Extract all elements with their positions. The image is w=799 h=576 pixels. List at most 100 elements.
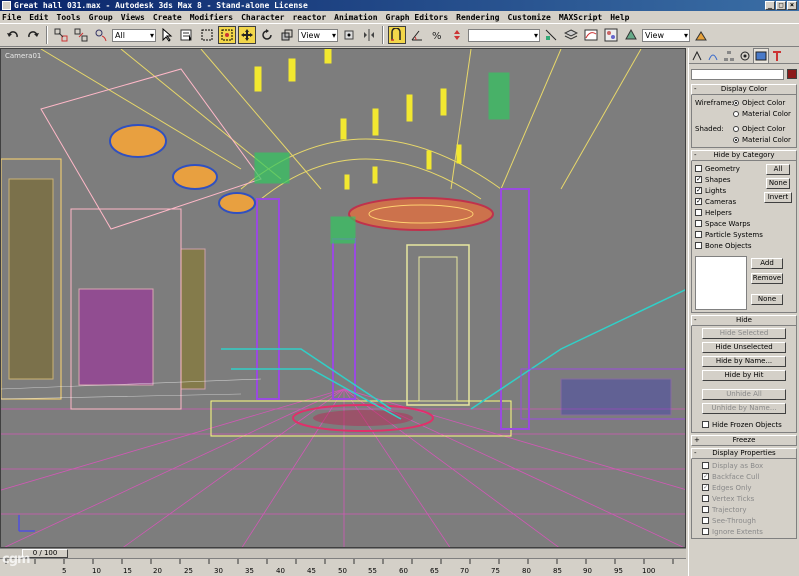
unhide-by-name-button[interactable]: Unhide by Name... xyxy=(702,403,786,414)
redo-icon[interactable] xyxy=(24,26,42,44)
rotate-icon[interactable] xyxy=(258,26,276,44)
spinner-snap-icon[interactable] xyxy=(448,26,466,44)
menu-tools[interactable]: Tools xyxy=(57,13,81,22)
menu-animation[interactable]: Animation xyxy=(334,13,377,22)
camera-viewport[interactable]: Camera01 xyxy=(0,48,686,548)
menu-edit[interactable]: Edit xyxy=(29,13,48,22)
hide-by-hit-button[interactable]: Hide by Hit xyxy=(702,370,786,381)
rollout-title: Display Properties xyxy=(712,449,776,457)
shaded-material-color-radio[interactable] xyxy=(733,136,739,143)
menu-modifiers[interactable]: Modifiers xyxy=(190,13,233,22)
object-color-swatch[interactable] xyxy=(787,69,797,79)
shapes-checkbox[interactable]: ✓ xyxy=(695,176,702,183)
helpers-checkbox[interactable] xyxy=(695,209,702,216)
select-by-name-icon[interactable] xyxy=(178,26,196,44)
lights-checkbox[interactable]: ✓ xyxy=(695,187,702,194)
named-selection-select[interactable] xyxy=(468,28,540,42)
material-editor-icon[interactable] xyxy=(602,26,620,44)
close-button[interactable]: × xyxy=(787,1,797,10)
geometry-checkbox[interactable] xyxy=(695,165,702,172)
trajectory-checkbox[interactable] xyxy=(702,506,709,513)
menu-group[interactable]: Group xyxy=(89,13,113,22)
mirror-icon[interactable] xyxy=(360,26,378,44)
wireframe-material-color-radio[interactable] xyxy=(733,110,739,117)
category-listbox[interactable] xyxy=(695,256,747,310)
menu-views[interactable]: Views xyxy=(121,13,145,22)
ignore-extents-checkbox[interactable] xyxy=(702,528,709,535)
backface-cull-checkbox[interactable]: ✓ xyxy=(702,473,709,480)
remove-button[interactable]: Remove xyxy=(751,273,783,284)
all-button[interactable]: All xyxy=(766,164,790,175)
selection-filter-select[interactable]: All xyxy=(112,28,156,42)
unlink-icon[interactable] xyxy=(72,26,90,44)
app-icon[interactable] xyxy=(2,1,11,10)
undo-icon[interactable] xyxy=(4,26,22,44)
menu-reactor[interactable]: reactor xyxy=(292,13,326,22)
menu-bar: File Edit Tools Group Views Create Modif… xyxy=(0,11,799,23)
menu-maxscript[interactable]: MAXScript xyxy=(559,13,602,22)
bone-objects-checkbox[interactable] xyxy=(695,242,702,249)
object-name-field[interactable] xyxy=(691,68,784,80)
display-as-box-checkbox[interactable] xyxy=(702,462,709,469)
wireframe-object-color-radio[interactable] xyxy=(733,99,739,106)
select-icon[interactable] xyxy=(158,26,176,44)
rect-region-icon[interactable] xyxy=(198,26,216,44)
align-icon[interactable] xyxy=(542,26,560,44)
create-tab-icon[interactable] xyxy=(689,48,705,63)
display-properties-rollout-header[interactable]: - Display Properties xyxy=(691,448,797,459)
window-crossing-icon[interactable] xyxy=(218,26,236,44)
display-color-rollout-header[interactable]: - Display Color xyxy=(691,84,797,95)
hide-rollout-header[interactable]: - Hide xyxy=(691,315,797,326)
maximize-button[interactable]: □ xyxy=(776,1,786,10)
track-bar[interactable]: 5 10 15 20 25 30 35 40 45 50 55 60 65 70… xyxy=(0,558,686,576)
menu-rendering[interactable]: Rendering xyxy=(456,13,499,22)
percent-snap-icon[interactable]: % xyxy=(428,26,446,44)
angle-snap-icon[interactable] xyxy=(408,26,426,44)
modify-tab-icon[interactable] xyxy=(705,48,721,63)
menu-character[interactable]: Character xyxy=(241,13,284,22)
display-tab-icon[interactable] xyxy=(753,48,769,63)
hide-selected-button[interactable]: Hide Selected xyxy=(702,328,786,339)
render-type-select[interactable]: View xyxy=(642,28,690,42)
render-scene-icon[interactable] xyxy=(622,26,640,44)
time-slider[interactable]: 0 / 100 xyxy=(0,548,686,558)
snap-icon[interactable] xyxy=(388,26,406,44)
viewport-label[interactable]: Camera01 xyxy=(5,52,41,60)
menu-graph-editors[interactable]: Graph Editors xyxy=(386,13,449,22)
bind-space-warp-icon[interactable] xyxy=(92,26,110,44)
minimize-button[interactable]: _ xyxy=(765,1,775,10)
command-panel-tabs xyxy=(689,48,799,64)
shaded-object-color-radio[interactable] xyxy=(733,125,739,132)
invert-button[interactable]: Invert xyxy=(764,192,792,203)
see-through-checkbox[interactable] xyxy=(702,517,709,524)
hide-unselected-button[interactable]: Hide Unselected xyxy=(702,342,786,353)
layer-icon[interactable] xyxy=(562,26,580,44)
space-warps-checkbox[interactable] xyxy=(695,220,702,227)
hide-frozen-checkbox[interactable] xyxy=(702,421,709,428)
none-button[interactable]: None xyxy=(766,178,790,189)
utilities-tab-icon[interactable] xyxy=(769,48,785,63)
hierarchy-tab-icon[interactable] xyxy=(721,48,737,63)
add-button[interactable]: Add xyxy=(751,258,783,269)
move-icon[interactable] xyxy=(238,26,256,44)
hide-by-category-rollout-header[interactable]: - Hide by Category xyxy=(691,150,797,161)
hide-by-name-button[interactable]: Hide by Name... xyxy=(702,356,786,367)
pivot-icon[interactable] xyxy=(340,26,358,44)
ref-coord-select[interactable]: View xyxy=(298,28,338,42)
motion-tab-icon[interactable] xyxy=(737,48,753,63)
scale-icon[interactable] xyxy=(278,26,296,44)
menu-customize[interactable]: Customize xyxy=(508,13,551,22)
freeze-rollout-header[interactable]: + Freeze xyxy=(691,435,797,446)
edges-only-checkbox[interactable]: ✓ xyxy=(702,484,709,491)
none-list-button[interactable]: None xyxy=(751,294,783,305)
menu-file[interactable]: File xyxy=(2,13,21,22)
menu-create[interactable]: Create xyxy=(153,13,182,22)
menu-help[interactable]: Help xyxy=(610,13,629,22)
particle-systems-checkbox[interactable] xyxy=(695,231,702,238)
unhide-all-button[interactable]: Unhide All xyxy=(702,389,786,400)
curve-editor-icon[interactable] xyxy=(582,26,600,44)
link-icon[interactable] xyxy=(52,26,70,44)
cameras-checkbox[interactable]: ✓ xyxy=(695,198,702,205)
vertex-ticks-checkbox[interactable] xyxy=(702,495,709,502)
quick-render-icon[interactable] xyxy=(692,26,710,44)
